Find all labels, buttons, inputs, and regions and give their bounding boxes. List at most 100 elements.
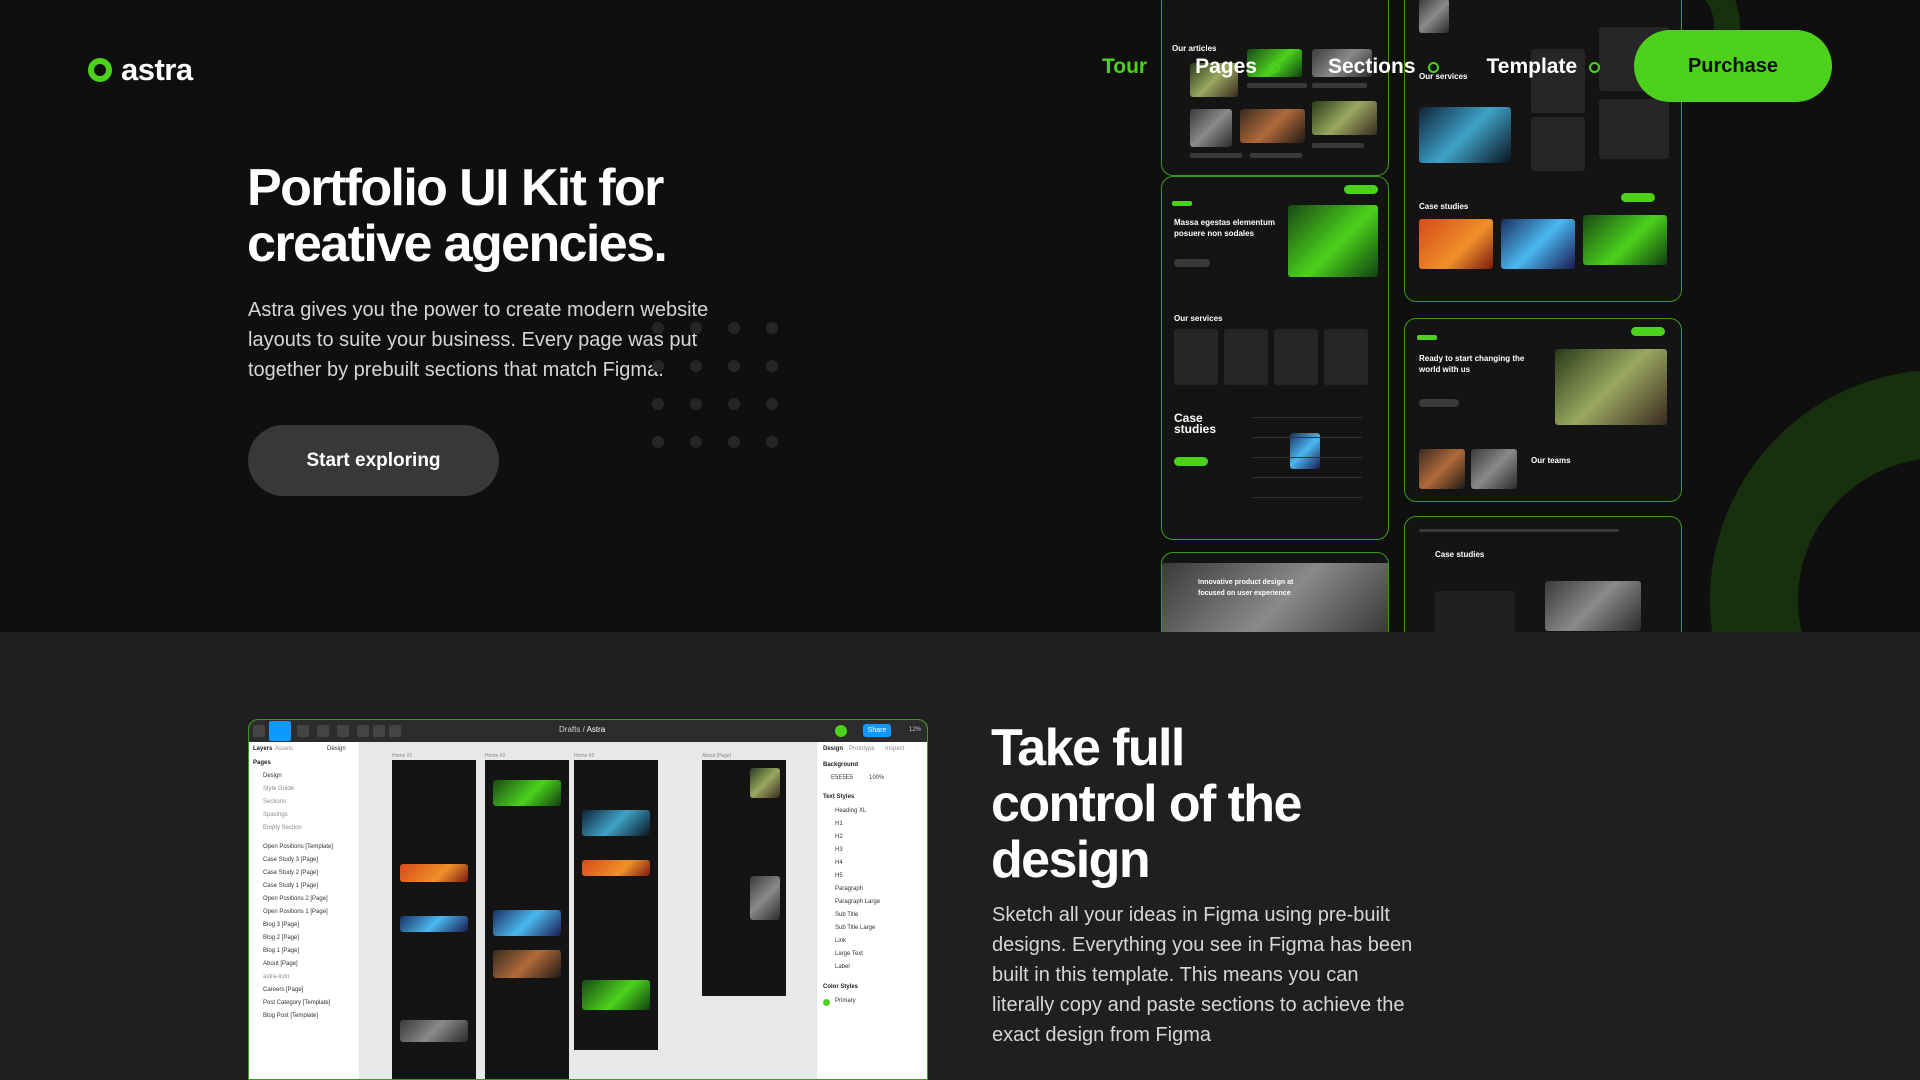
mockup-image <box>1419 449 1465 489</box>
figma-tab-layers: Layers <box>253 746 273 752</box>
figma-text-style: Paragraph Large <box>835 899 881 905</box>
figma-layer-item: astra-icon <box>263 974 290 980</box>
nav-sections-label: Sections <box>1327 55 1416 78</box>
decorative-arc <box>1710 370 1920 632</box>
figma-background-opacity: 100% <box>869 775 885 781</box>
figma-zoom: 12% <box>908 727 921 733</box>
figma-right-tab: Design <box>823 746 844 752</box>
figma-toolbar: Drafts / Astra Share 12% <box>249 720 927 742</box>
mockup-image <box>1555 349 1667 425</box>
figma-text-style: Large Text <box>835 951 863 957</box>
mockup-image <box>1545 581 1641 631</box>
mockup-image <box>1471 449 1517 489</box>
purchase-button[interactable]: Purchase <box>1634 30 1832 102</box>
figma-tab-assets: Assets <box>275 746 294 752</box>
figma-design-panel: Design Prototype Inspect Background E5E5… <box>816 742 927 1079</box>
figma-text-style: Link <box>835 938 847 944</box>
figma-layer-item: Blog 2 [Page] <box>263 935 300 941</box>
logo[interactable]: astra <box>88 52 193 88</box>
mockup-image <box>1583 215 1667 265</box>
figma-layer-item: Blog 1 [Page] <box>263 948 300 954</box>
figma-layer-item: Open Positions 1 [Page] <box>263 909 328 915</box>
figma-text-style: Label <box>835 964 850 970</box>
section-description: Sketch all your ideas in Figma using pre… <box>992 904 1413 1046</box>
mockup-ready-title: Ready to start changing the world with u… <box>1419 354 1525 374</box>
figma-page-item: Design <box>263 773 282 779</box>
figma-file-name: Astra <box>586 725 606 734</box>
section-title-line3: design <box>991 831 1151 889</box>
figma-page-item: Style Guide <box>263 786 295 792</box>
figma-pages-label: Pages <box>253 760 271 766</box>
hero-section: astra Our articles Massa egestas element… <box>0 0 1920 632</box>
figma-layer-item: Case Study 3 [Page] <box>263 857 319 863</box>
primary-color-swatch <box>823 999 830 1006</box>
figma-text-style: H1 <box>835 821 843 827</box>
dropdown-dot-icon <box>1589 61 1601 73</box>
figma-frame-label: Home #2 <box>485 753 506 759</box>
figma-frame-label: Home #3 <box>574 753 595 759</box>
start-exploring-button[interactable]: Start exploring <box>248 425 499 496</box>
figma-canvas: Home #1 Home #2 Home #3 About [Page] <box>360 742 816 1079</box>
nav-template[interactable]: Template <box>1487 55 1601 79</box>
mockup-articles: Our articles <box>1161 0 1389 176</box>
figma-layer-item: Careers [Page] <box>263 987 304 993</box>
mockup-case-studies-title-3: Case studies <box>1435 550 1485 559</box>
figma-layer-item: Open Positions 2 [Page] <box>263 896 328 902</box>
hero-title: Portfolio UI Kit for creative agencies. <box>247 160 807 272</box>
figma-background-label: Background <box>823 762 859 768</box>
figma-layer-item: Case Study 2 [Page] <box>263 870 319 876</box>
mockup-image <box>1290 433 1320 469</box>
figma-text-style: Sub Title Large <box>835 925 876 931</box>
nav-tour[interactable]: Tour <box>1102 55 1147 79</box>
figma-text-style: Heading XL <box>835 808 867 814</box>
shape-tool-icon <box>317 725 329 737</box>
mockup-image <box>1240 109 1305 143</box>
figma-menu-icon <box>253 725 265 737</box>
figma-layers-panel: Layers Assets Design Pages Design Style … <box>249 742 360 1079</box>
figma-frame-home1 <box>392 760 476 1079</box>
dropdown-dot-icon <box>1427 61 1439 73</box>
section-title-line2: control of the <box>991 775 1302 833</box>
hand-tool-icon <box>373 725 385 737</box>
hero-title-line1: Portfolio UI Kit for <box>247 159 664 217</box>
figma-text-style: H5 <box>835 873 843 879</box>
figma-screenshot: Drafts / Astra Share 12% Layers Assets D… <box>248 719 928 1080</box>
figma-page-item: Sections <box>263 799 287 805</box>
mockup-image <box>1312 101 1377 135</box>
mockup-case-studies-title-2: Case studies <box>1419 202 1469 211</box>
mockup-image <box>1501 219 1575 269</box>
nav-template-label: Template <box>1486 55 1578 78</box>
figma-frame-about <box>702 760 786 996</box>
nav-pages[interactable]: Pages <box>1195 55 1280 79</box>
figma-text-style: H3 <box>835 847 843 853</box>
figma-file-title: Drafts / Astra <box>559 725 606 734</box>
figma-color-primary: Primary <box>835 998 856 1004</box>
figma-layer-item: Blog Post [Template] <box>263 1013 319 1019</box>
dropdown-dot-icon <box>1268 61 1280 73</box>
figma-page-item: Spacings <box>263 812 288 818</box>
nav-sections[interactable]: Sections <box>1328 55 1439 79</box>
nav-tour-label: Tour <box>1102 55 1148 78</box>
figma-layer-item: Blog 3 [Page] <box>263 922 300 928</box>
mockup-case-studies: Case studies <box>1404 516 1682 632</box>
mockup-image <box>1419 0 1449 33</box>
pen-tool-icon <box>337 725 349 737</box>
figma-layer-item: Post Category [Template] <box>263 1000 331 1006</box>
figma-text-styles-label: Text Styles <box>823 794 855 800</box>
mockup-home: Massa egestas elementum posuere non soda… <box>1161 176 1389 540</box>
figma-tab-design: Design <box>327 746 346 752</box>
frame-tool-icon <box>297 725 309 737</box>
figma-layer-item: Open Positions [Template] <box>263 844 334 850</box>
mockup-case-studies-title: Case studies <box>1174 411 1217 436</box>
mockup-image <box>1288 205 1378 277</box>
figma-color-styles-label: Color Styles <box>823 984 859 990</box>
figma-page-item: Empty Section <box>263 825 302 831</box>
figma-frame-home3 <box>574 760 658 1050</box>
logo-ring-icon <box>88 58 112 82</box>
main-nav: Tour Pages Sections Template <box>1102 52 1648 82</box>
section-title-line1: Take full <box>991 719 1185 777</box>
figma-right-tab: Prototype <box>849 746 875 752</box>
figma-frame-home2 <box>485 760 569 1079</box>
figma-right-tab: Inspect <box>885 746 905 752</box>
figma-breadcrumb: Drafts <box>559 725 581 734</box>
